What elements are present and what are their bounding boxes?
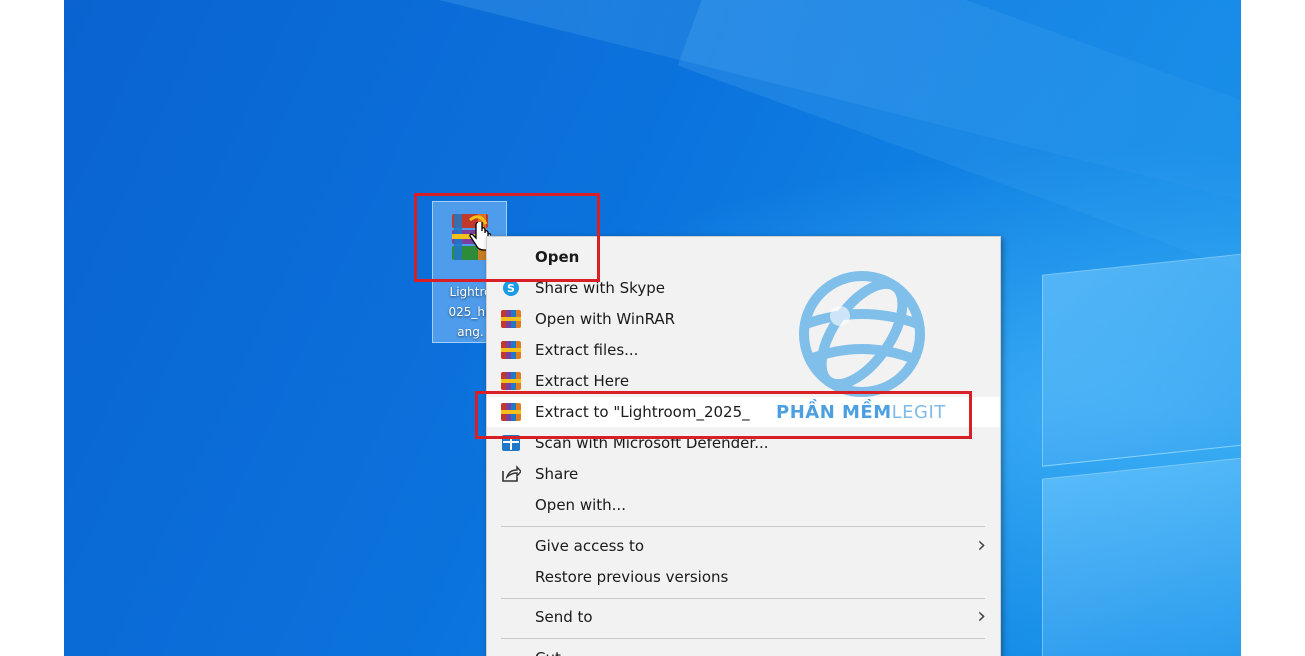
menu-item-label: Open with... bbox=[535, 496, 626, 514]
menu-item-label: Open with WinRAR bbox=[535, 310, 676, 328]
menu-item-give-access[interactable]: Give access to › bbox=[487, 531, 1000, 561]
chevron-right-icon: › bbox=[977, 604, 986, 629]
chevron-right-icon: › bbox=[977, 533, 986, 558]
highlight-box-extract-to bbox=[475, 391, 972, 439]
menu-item-label: Cut bbox=[535, 643, 561, 656]
menu-item-label: Give access to bbox=[535, 537, 645, 555]
winrar-icon bbox=[501, 310, 521, 328]
menu-item-restore-versions[interactable]: Restore previous versions bbox=[487, 562, 1000, 592]
windows-logo-pane bbox=[1042, 249, 1241, 467]
menu-item-label: Restore previous versions bbox=[535, 568, 729, 586]
menu-item-label: Send to bbox=[535, 608, 593, 626]
desktop-background: Lightro 025_hu ang. Open S Share with Sk… bbox=[64, 0, 1241, 656]
menu-item-label: Extract files... bbox=[535, 341, 639, 359]
menu-item-send-to[interactable]: Send to › bbox=[487, 602, 1000, 632]
menu-separator bbox=[501, 638, 985, 639]
share-icon bbox=[502, 465, 521, 482]
windows-logo-pane bbox=[1042, 453, 1241, 656]
winrar-icon bbox=[501, 341, 521, 359]
menu-separator bbox=[501, 598, 985, 599]
menu-item-label: Share bbox=[535, 465, 579, 483]
menu-item-open-with[interactable]: Open with... bbox=[487, 490, 1000, 520]
svg-text:S: S bbox=[507, 282, 515, 295]
highlight-box-file bbox=[414, 193, 600, 282]
menu-item-cut[interactable]: Cut bbox=[487, 643, 1000, 656]
file-name-line: ang. bbox=[457, 325, 484, 339]
globe-watermark-logo bbox=[799, 271, 925, 397]
winrar-icon bbox=[501, 372, 521, 390]
menu-item-share[interactable]: Share bbox=[487, 459, 1000, 489]
menu-separator bbox=[501, 526, 985, 527]
